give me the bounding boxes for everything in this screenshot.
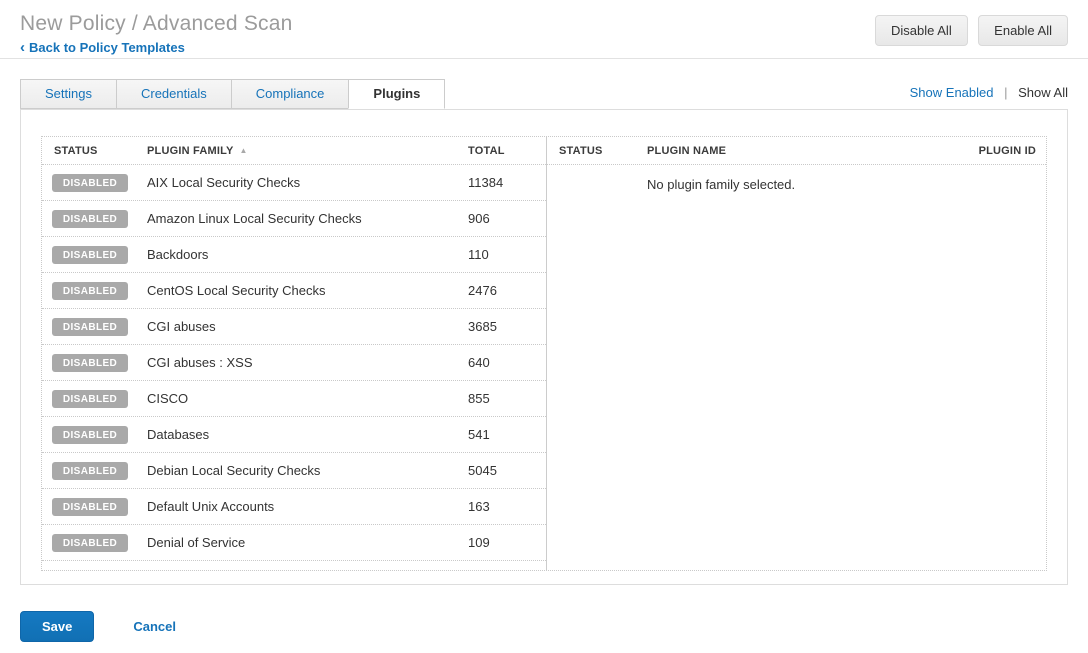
plugin-family-total: 110 bbox=[468, 247, 546, 262]
tab-bar: SettingsCredentialsCompliancePlugins Sho… bbox=[20, 79, 1068, 109]
status-badge[interactable]: DISABLED bbox=[52, 354, 128, 372]
plugin-family-row[interactable]: DISABLED Databases 541 bbox=[42, 417, 546, 453]
plugin-family-name: Databases bbox=[147, 427, 468, 442]
cancel-button[interactable]: Cancel bbox=[133, 619, 176, 634]
plugin-family-row[interactable]: DISABLED CISCO 855 bbox=[42, 381, 546, 417]
plugin-id-header: PLUGIN ID bbox=[926, 145, 1046, 157]
plugin-name-table: STATUS PLUGIN NAME PLUGIN ID No plugin f… bbox=[547, 137, 1046, 570]
plugin-family-row[interactable]: DISABLED CGI abuses : XSS 640 bbox=[42, 345, 546, 381]
tab-compliance[interactable]: Compliance bbox=[231, 79, 350, 109]
status-badge[interactable]: DISABLED bbox=[52, 318, 128, 336]
plugin-family-total: 541 bbox=[468, 427, 546, 442]
plugin-family-row[interactable]: DISABLED Amazon Linux Local Security Che… bbox=[42, 201, 546, 237]
plugin-family-row[interactable]: DISABLED Denial of Service 109 bbox=[42, 525, 546, 561]
plugin-status-header: STATUS bbox=[547, 145, 647, 157]
plugin-family-total: 2476 bbox=[468, 283, 546, 298]
status-badge[interactable]: DISABLED bbox=[52, 390, 128, 408]
save-button[interactable]: Save bbox=[20, 611, 94, 642]
page-header: New Policy / Advanced Scan ‹Back to Poli… bbox=[0, 0, 1088, 59]
plugin-family-total: 163 bbox=[468, 499, 546, 514]
plugin-family-total: 109 bbox=[468, 535, 546, 550]
plugin-family-name: CISCO bbox=[147, 391, 468, 406]
plugin-family-total: 3685 bbox=[468, 319, 546, 334]
footer: Save Cancel bbox=[20, 611, 1068, 642]
plugin-family-name: Default Unix Accounts bbox=[147, 499, 468, 514]
plugin-family-row[interactable]: DISABLED Debian Local Security Checks 50… bbox=[42, 453, 546, 489]
plugin-filter-links: Show Enabled | Show All bbox=[910, 85, 1068, 100]
plugin-family-row[interactable]: DISABLED CentOS Local Security Checks 24… bbox=[42, 273, 546, 309]
tab-plugins[interactable]: Plugins bbox=[348, 79, 445, 109]
plugin-family-name: Denial of Service bbox=[147, 535, 468, 550]
status-badge[interactable]: DISABLED bbox=[52, 246, 128, 264]
plugin-table-header-row: STATUS PLUGIN NAME PLUGIN ID bbox=[547, 137, 1046, 165]
plugin-family-name: Backdoors bbox=[147, 247, 468, 262]
plugin-family-name: Debian Local Security Checks bbox=[147, 463, 468, 478]
family-status-header[interactable]: STATUS bbox=[42, 145, 147, 157]
status-badge[interactable]: DISABLED bbox=[52, 282, 128, 300]
filter-separator: | bbox=[1004, 85, 1007, 100]
plugin-family-name: CGI abuses : XSS bbox=[147, 355, 468, 370]
plugin-family-total: 640 bbox=[468, 355, 546, 370]
back-to-policy-templates-link[interactable]: ‹ Back to Policy Templates bbox=[20, 39, 185, 56]
plugin-family-total: 11384 bbox=[468, 175, 546, 190]
family-table-body: DISABLED AIX Local Security Checks 11384… bbox=[42, 165, 546, 561]
chevron-left-icon: ‹ bbox=[20, 39, 25, 56]
status-badge[interactable]: DISABLED bbox=[52, 534, 128, 552]
family-name-header[interactable]: PLUGIN FAMILY▲ bbox=[147, 145, 468, 157]
plugin-family-total: 5045 bbox=[468, 463, 546, 478]
plugin-family-row[interactable]: DISABLED AIX Local Security Checks 11384 bbox=[42, 165, 546, 201]
back-link-label: Back to Policy Templates bbox=[29, 40, 185, 55]
plugin-family-total: 906 bbox=[468, 211, 546, 226]
disable-all-button[interactable]: Disable All bbox=[875, 15, 968, 46]
show-all-link[interactable]: Show All bbox=[1018, 85, 1068, 100]
sort-asc-icon: ▲ bbox=[240, 146, 248, 155]
family-total-header[interactable]: TOTAL bbox=[468, 145, 546, 157]
plugin-family-name: CGI abuses bbox=[147, 319, 468, 334]
plugin-family-name: Amazon Linux Local Security Checks bbox=[147, 211, 468, 226]
header-buttons: Disable All Enable All bbox=[869, 15, 1068, 46]
plugin-family-row[interactable]: DISABLED Backdoors 110 bbox=[42, 237, 546, 273]
plugins-panel: STATUS PLUGIN FAMILY▲ TOTAL DISABLED AIX… bbox=[20, 109, 1068, 585]
family-table-header-row: STATUS PLUGIN FAMILY▲ TOTAL bbox=[42, 137, 546, 165]
status-badge[interactable]: DISABLED bbox=[52, 462, 128, 480]
status-badge[interactable]: DISABLED bbox=[52, 174, 128, 192]
status-badge[interactable]: DISABLED bbox=[52, 426, 128, 444]
enable-all-button[interactable]: Enable All bbox=[978, 15, 1068, 46]
status-badge[interactable]: DISABLED bbox=[52, 498, 128, 516]
plugins-dual-table: STATUS PLUGIN FAMILY▲ TOTAL DISABLED AIX… bbox=[41, 136, 1047, 571]
plugin-family-total: 855 bbox=[468, 391, 546, 406]
no-family-selected-message: No plugin family selected. bbox=[547, 165, 1046, 192]
plugin-family-table: STATUS PLUGIN FAMILY▲ TOTAL DISABLED AIX… bbox=[42, 137, 547, 570]
plugin-name-header: PLUGIN NAME bbox=[647, 145, 926, 157]
show-enabled-link[interactable]: Show Enabled bbox=[910, 85, 994, 100]
tab-credentials[interactable]: Credentials bbox=[116, 79, 232, 109]
plugin-family-row[interactable]: DISABLED Default Unix Accounts 163 bbox=[42, 489, 546, 525]
plugin-family-name: CentOS Local Security Checks bbox=[147, 283, 468, 298]
tab-settings[interactable]: Settings bbox=[20, 79, 117, 109]
plugin-family-row[interactable]: DISABLED CGI abuses 3685 bbox=[42, 309, 546, 345]
plugin-family-name: AIX Local Security Checks bbox=[147, 175, 468, 190]
status-badge[interactable]: DISABLED bbox=[52, 210, 128, 228]
